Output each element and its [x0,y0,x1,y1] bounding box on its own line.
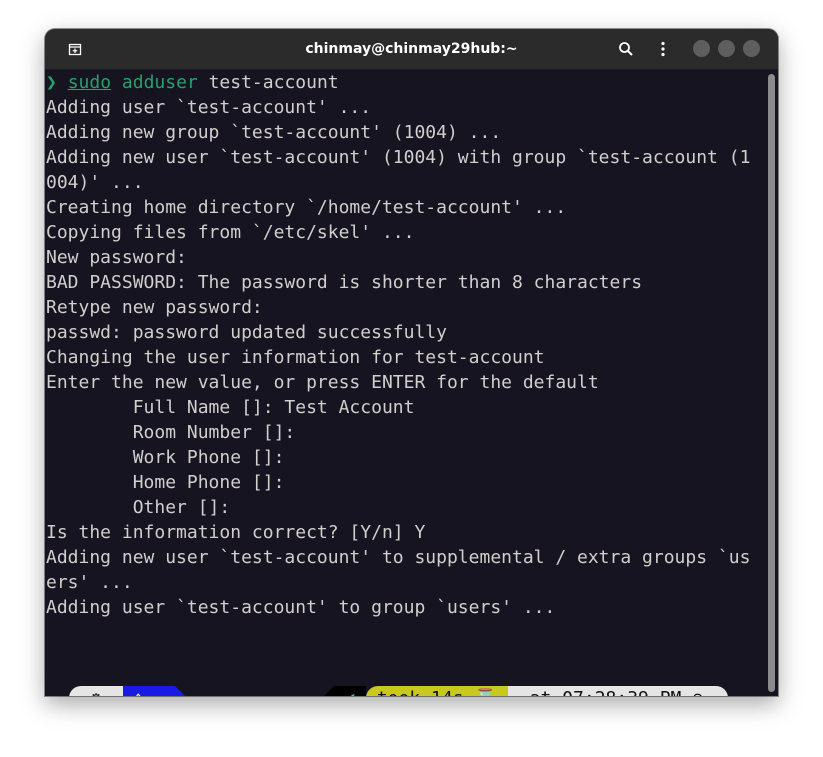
minimize-button[interactable] [693,40,710,57]
output-line: Copying files from `/etc/skel' ... [46,222,415,243]
maximize-button[interactable] [718,40,735,57]
command-sudo: sudo [67,72,112,93]
duration-segment: took 14s ⌛ [366,686,508,696]
directory-segment: ⌂ ~ [123,686,175,696]
output-line: Full Name []: Test Account [46,397,415,418]
output-line: Changing the user information for test-a… [46,347,545,368]
output-line: BAD PASSWORD: The password is shorter th… [46,272,643,293]
output-line: Adding new user `test-account' to supple… [46,547,751,568]
scrollbar[interactable] [765,70,778,696]
command-line: ❯ sudo adduser test-account [46,70,339,95]
output-line: Adding user `test-account' ... [46,97,372,118]
os-segment: ⚙ [69,686,123,696]
terminal-output[interactable]: ❯ sudo adduser test-account Adding user … [45,70,765,696]
search-icon[interactable] [616,39,636,59]
title-bar[interactable]: chinmay@chinmay29hub:~ [45,29,778,70]
menu-icon[interactable] [653,39,673,59]
close-button[interactable] [743,40,760,57]
scrollbar-thumb[interactable] [768,74,775,692]
command-adduser: adduser [121,72,198,93]
output-line: Retype new password: [46,297,263,318]
output-line: Home Phone []: [46,472,285,493]
output-line: New password: [46,247,187,268]
output-line: Other []: [46,497,231,518]
output-line: Adding new user `test-account' (1004) wi… [46,147,751,168]
output-line: Creating home directory `/home/test-acco… [46,197,567,218]
status-ok-icon: ✔ [334,686,366,696]
output-line: ers' ... [46,572,133,593]
terminal-window: chinmay@chinmay29hub:~ ❯ sudo adduser te… [45,29,778,696]
output-line: Adding user `test-account' to group `use… [46,597,556,618]
output-line: Adding new group `test-account' (1004) .… [46,122,502,143]
output-line: 004)' ... [46,172,144,193]
status-segment-arrow [322,686,334,696]
output-line: Enter the new value, or press ENTER for … [46,372,599,393]
output-line: Room Number []: [46,422,296,443]
time-segment: at 07:28:39 PM ⊙ [508,686,728,696]
ubuntu-icon: ⚙ [91,686,102,696]
output-line: Work Phone []: [46,447,285,468]
directory-segment-arrow [175,686,187,696]
output-line: passwd: password updated successfully [46,322,447,343]
output-line: Is the information correct? [Y/n] Y [46,522,426,543]
command-argument: test-account [197,72,339,93]
prompt-arrow-icon: ❯ [46,72,57,93]
